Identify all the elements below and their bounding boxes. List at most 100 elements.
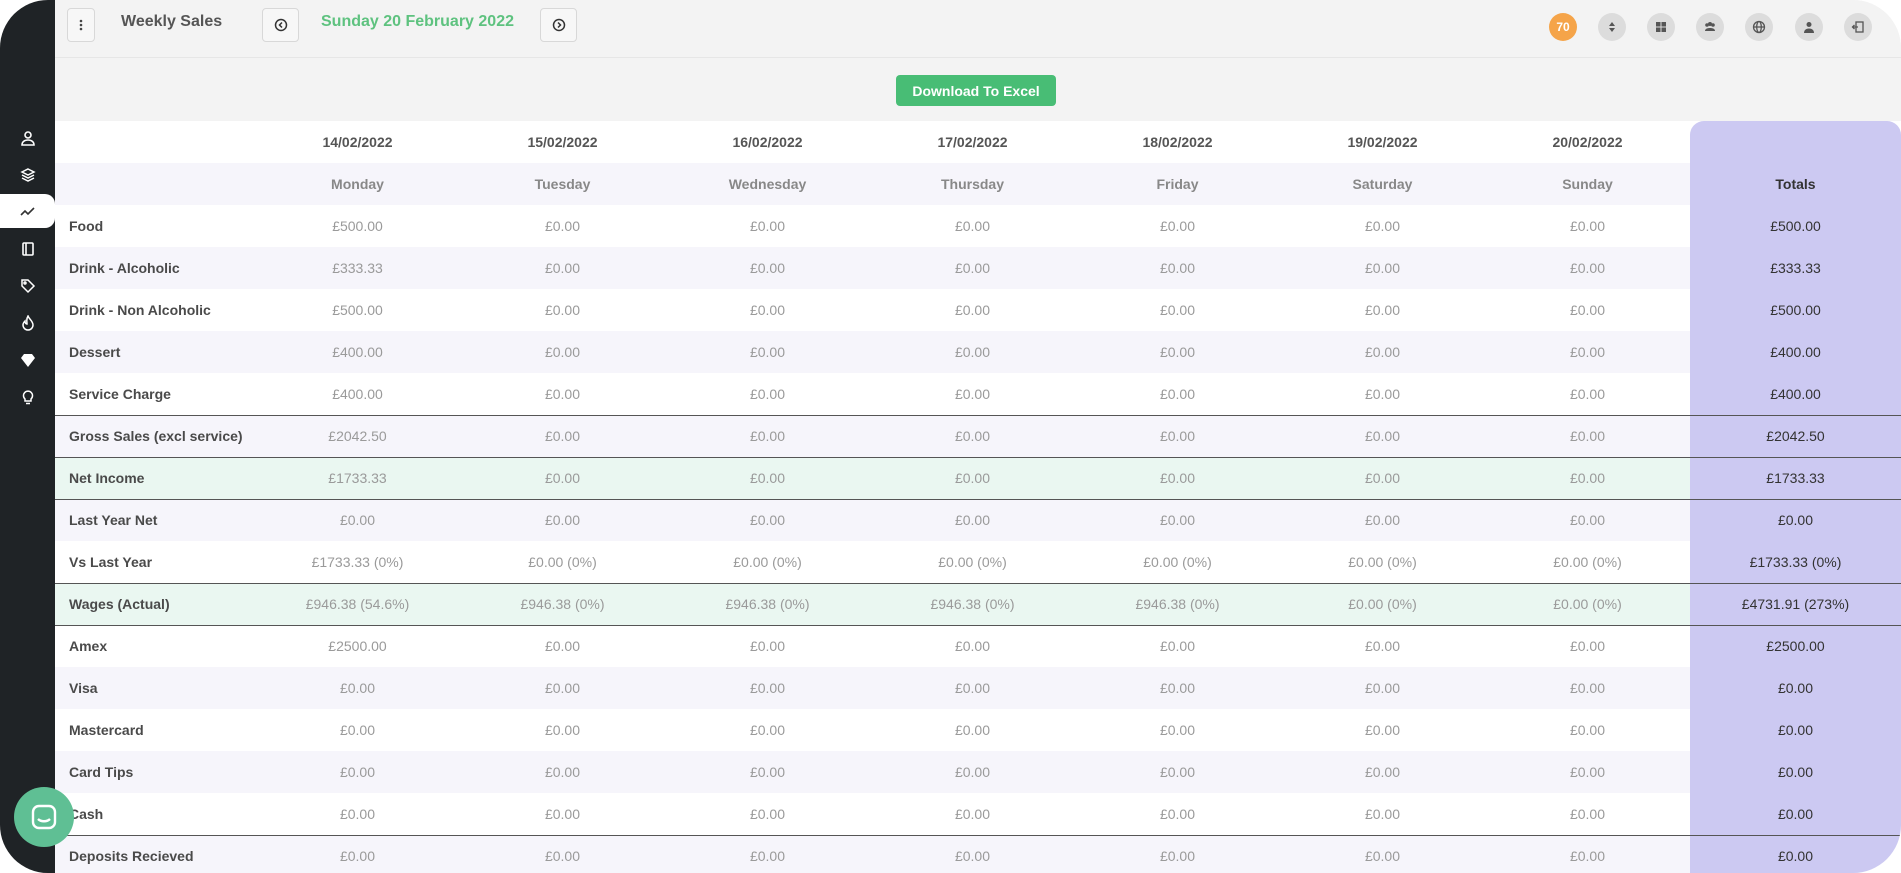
- value-cell: £0.00: [460, 247, 665, 289]
- sidebar-item-layers[interactable]: [0, 158, 55, 192]
- total-cell: £0.00: [1690, 498, 1901, 541]
- value-cell: £0.00: [1485, 498, 1690, 541]
- row-label: Last Year Net: [55, 498, 255, 541]
- date-header: 17/02/2022: [937, 134, 1008, 150]
- total-cell: £0.00: [1690, 834, 1901, 873]
- value-cell: £0.00: [1159, 218, 1196, 234]
- value-cell: £0.00: [1485, 667, 1690, 709]
- total-cell: £4731.91 (273%): [1690, 582, 1901, 625]
- value-cell: £0.00: [1075, 414, 1280, 457]
- day-header: Friday: [1075, 163, 1280, 205]
- logout-icon: [1851, 21, 1864, 33]
- value-cell: £0.00: [1075, 834, 1280, 873]
- table-row: Deposits Recieved £0.00 £0.00 £0.00 £0.00 £0.…: [55, 834, 1901, 873]
- value-cell: £400.00: [332, 385, 383, 402]
- row-label: Deposits Recieved: [55, 834, 255, 873]
- value-cell: £946.38 (0%): [870, 582, 1075, 625]
- value-cell: £1733.33 (0%): [311, 553, 404, 570]
- value-cell: £0.00: [665, 331, 870, 373]
- day-header: Monday: [255, 163, 460, 205]
- value-cell: £0.00: [460, 624, 665, 667]
- value-cell: £0.00: [460, 456, 665, 499]
- table-row: Amex £2500.00 £0.00 £0.00 £0.00 £0.00 £0.00 £0.…: [55, 624, 1901, 667]
- date-header: 18/02/2022: [1142, 134, 1213, 150]
- value-cell: £0.00: [544, 302, 581, 318]
- value-cell: £400.00: [255, 331, 460, 373]
- sidebar-item-user[interactable]: [0, 121, 55, 155]
- previous-day-button[interactable]: [262, 8, 299, 42]
- value-cell: £0.00: [544, 805, 581, 822]
- sidebar-item-diamond[interactable]: [0, 343, 55, 377]
- dashboard-button[interactable]: [1647, 13, 1675, 41]
- value-cell: £0.00: [1075, 751, 1280, 793]
- language-button[interactable]: [1745, 13, 1773, 41]
- total-cell: £0.00: [1690, 709, 1901, 751]
- value-cell: £0.00: [870, 751, 1075, 793]
- table-row: Drink - Alcoholic £333.33 £0.00 £0.00 £0.00 £…: [55, 247, 1901, 289]
- download-excel-button[interactable]: Download To Excel: [896, 75, 1056, 106]
- row-label: Drink - Non Alcoholic: [69, 302, 211, 318]
- value-cell: £946.38 (0%): [1075, 582, 1280, 625]
- value-cell: £2042.50: [255, 414, 460, 457]
- sort-icon: [1609, 22, 1615, 32]
- arrow-left-circle-icon: [274, 18, 287, 32]
- value-cell: £0.00: [460, 751, 665, 793]
- notification-badge[interactable]: 70: [1549, 13, 1577, 41]
- value-cell: £0.00: [665, 751, 870, 793]
- current-date: Sunday 20 February 2022: [321, 13, 514, 30]
- total-cell: £500.00: [1690, 289, 1901, 331]
- layers-icon: [19, 168, 36, 182]
- logout-button[interactable]: [1844, 13, 1872, 41]
- table-row: Last Year Net £0.00 £0.00 £0.00 £0.00 £0.00 £0…: [55, 498, 1901, 541]
- date-header: 19/02/2022: [1347, 134, 1418, 150]
- total-cell: £1733.33: [1690, 456, 1901, 499]
- value-cell: £0.00: [255, 834, 460, 873]
- total-cell: £400.00: [1690, 373, 1901, 415]
- arrow-right-circle-icon: [552, 18, 565, 32]
- value-cell: £0.00: [339, 722, 376, 738]
- value-cell: £0.00 (0%): [733, 553, 802, 570]
- value-cell: £0.00: [954, 218, 991, 234]
- value-cell: £0.00: [1280, 834, 1485, 873]
- value-cell: £0.00 (0%): [938, 553, 1007, 570]
- row-label: Mastercard: [69, 722, 144, 738]
- value-cell: £0.00: [460, 331, 665, 373]
- value-cell: £0.00: [870, 456, 1075, 499]
- app-window: Weekly Sales Sunday 20 February 2022 70 …: [0, 0, 1901, 873]
- value-cell: £0.00: [1280, 456, 1485, 499]
- chat-launcher-button[interactable]: [14, 787, 74, 847]
- sidebar: [0, 0, 55, 873]
- value-cell: £0.00 (0%): [1280, 582, 1485, 625]
- next-day-button[interactable]: [540, 8, 577, 42]
- value-cell: £0.00: [870, 414, 1075, 457]
- weekly-sales-table: 14/02/2022 15/02/2022 16/02/2022 17/02/2…: [55, 121, 1901, 873]
- sidebar-item-tags[interactable]: [0, 269, 55, 303]
- sidebar-item-sales[interactable]: [0, 194, 55, 228]
- sidebar-item-flame[interactable]: [0, 306, 55, 340]
- sidebar-item-ideas[interactable]: [0, 380, 55, 414]
- value-cell: £0.00: [870, 667, 1075, 709]
- team-button[interactable]: [1696, 13, 1724, 41]
- table-row: Net Income £1733.33 £0.00 £0.00 £0.00 £0.00 £0…: [55, 456, 1901, 499]
- profile-button[interactable]: [1795, 13, 1823, 41]
- grid-icon: [1656, 22, 1666, 32]
- flame-icon: [21, 315, 34, 331]
- users-icon: [1705, 22, 1715, 31]
- value-cell: £0.00: [1364, 722, 1401, 738]
- value-cell: £0.00: [1569, 302, 1606, 318]
- menu-button[interactable]: [67, 8, 95, 42]
- sidebar-item-book[interactable]: [0, 232, 55, 266]
- value-cell: £0.00: [1485, 624, 1690, 667]
- row-label: Net Income: [55, 456, 255, 499]
- globe-icon: [1752, 20, 1766, 34]
- sort-button[interactable]: [1598, 13, 1626, 41]
- value-cell: £1733.33: [255, 456, 460, 499]
- value-cell: £0.00: [339, 805, 376, 822]
- total-cell: £2500.00: [1690, 624, 1901, 667]
- value-cell: £0.00 (0%): [528, 553, 597, 570]
- table-row: Gross Sales (excl service) £2042.50 £0.00 £…: [55, 414, 1901, 457]
- empty-header-cell: [55, 163, 255, 205]
- row-label: Vs Last Year: [69, 553, 153, 570]
- value-cell: £0.00: [1569, 722, 1606, 738]
- value-cell: £0.00: [1280, 498, 1485, 541]
